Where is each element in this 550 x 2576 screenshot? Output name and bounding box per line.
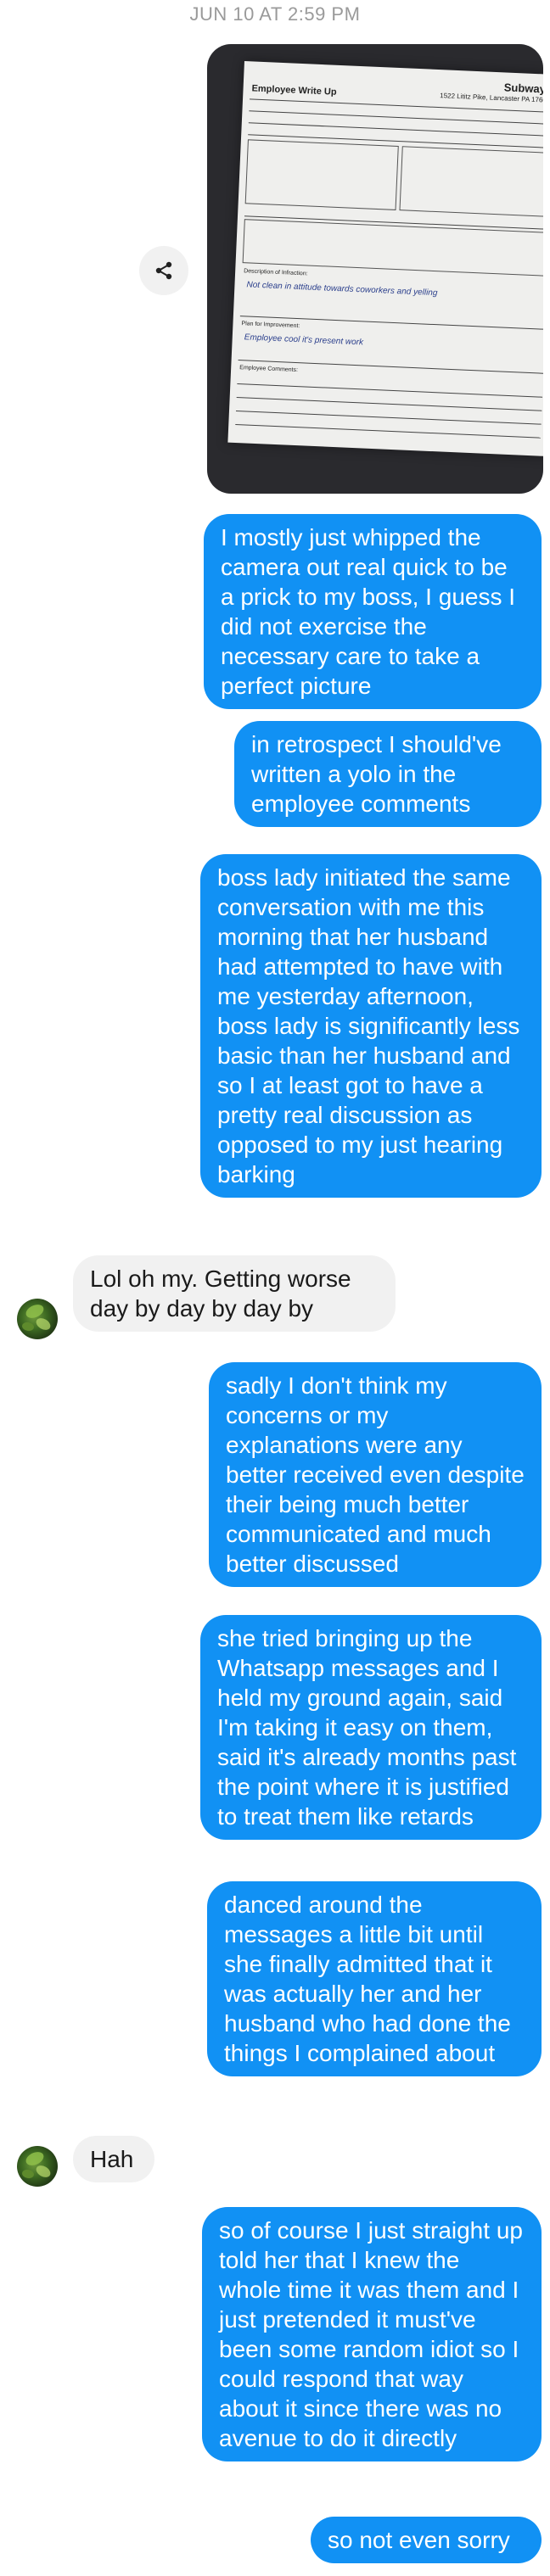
message-outgoing[interactable]: so not even sorry bbox=[311, 2517, 542, 2563]
message-outgoing[interactable]: danced around the messages a little bit … bbox=[207, 1881, 542, 2076]
write-up-form-image: Subway 1522 Lititz Pike, Lancaster PA 17… bbox=[227, 61, 543, 456]
message-outgoing[interactable]: so of course I just straight up told her… bbox=[202, 2207, 542, 2461]
share-button[interactable] bbox=[139, 246, 188, 295]
message-timestamp: JUN 10 AT 2:59 PM bbox=[189, 3, 361, 25]
form-comments-label: Employee Comments: bbox=[239, 365, 299, 374]
contact-avatar[interactable] bbox=[17, 2146, 58, 2187]
form-brand: Subway bbox=[503, 81, 543, 96]
message-outgoing[interactable]: in retrospect I should've written a yolo… bbox=[234, 721, 542, 827]
form-plan-handwriting: Employee cool it's present work bbox=[244, 332, 364, 348]
message-incoming[interactable]: Lol oh my. Getting worse day by day by d… bbox=[73, 1255, 396, 1332]
share-icon bbox=[155, 261, 172, 280]
message-outgoing[interactable]: sadly I don't think my concerns or my ex… bbox=[209, 1362, 542, 1587]
contact-avatar[interactable] bbox=[17, 1299, 58, 1339]
form-description-handwriting: Not clean in attitude towards coworkers … bbox=[246, 280, 438, 299]
form-description-label: Description of Infraction: bbox=[244, 268, 308, 277]
message-outgoing[interactable]: she tried bringing up the Whatsapp messa… bbox=[200, 1615, 542, 1840]
message-outgoing[interactable]: I mostly just whipped the camera out rea… bbox=[204, 514, 542, 709]
message-outgoing[interactable]: boss lady initiated the same conversatio… bbox=[200, 854, 542, 1198]
form-title: Employee Write Up bbox=[251, 83, 337, 98]
message-incoming[interactable]: Hah bbox=[73, 2136, 154, 2182]
shared-photo[interactable]: Subway 1522 Lititz Pike, Lancaster PA 17… bbox=[207, 44, 543, 494]
form-plan-label: Plan for Improvement: bbox=[241, 321, 300, 330]
